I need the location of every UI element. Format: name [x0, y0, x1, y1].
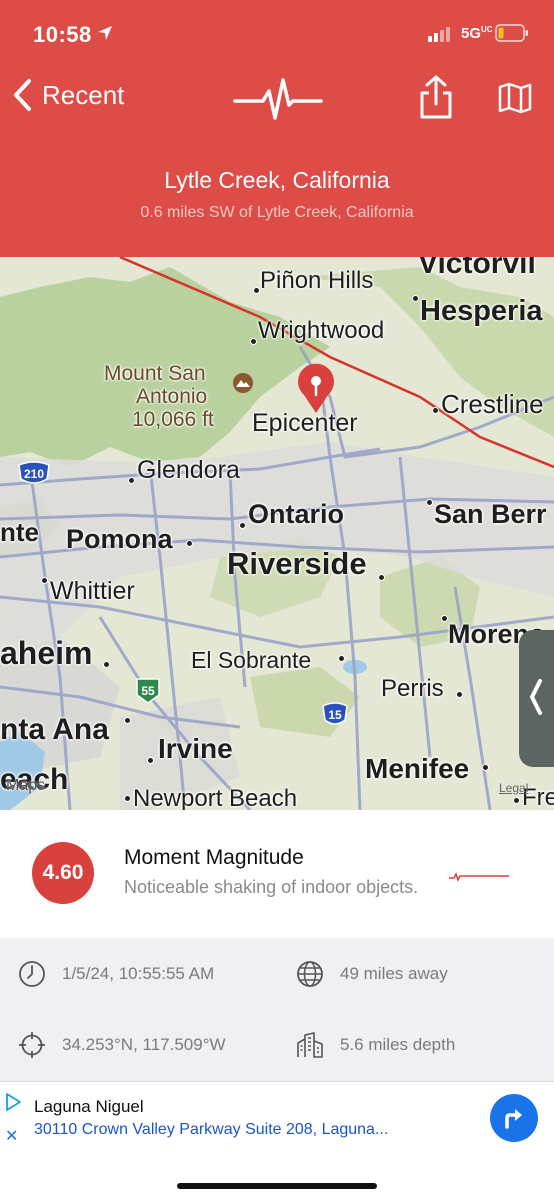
place-dot — [103, 661, 110, 668]
place-dot — [441, 615, 448, 622]
details-section: 1/5/24, 10:55:55 AM 49 miles away 34.253… — [0, 938, 554, 1081]
network-sup: UC — [481, 25, 493, 34]
detail-distance: 49 miles away — [296, 960, 448, 988]
place-dot — [456, 691, 463, 698]
back-label: Recent — [42, 79, 125, 110]
place-dot — [482, 764, 489, 771]
place-dot — [338, 655, 345, 662]
maps-watermark: Maps — [6, 777, 46, 794]
route-55-shield: 55 — [136, 678, 160, 704]
place-victorville: Victorvil — [418, 257, 536, 280]
place-dot — [41, 577, 48, 584]
globe-icon — [297, 961, 323, 987]
magnitude-description: Noticeable shaking of indoor objects. — [124, 877, 419, 897]
mountain-peak-icon — [233, 373, 253, 393]
detail-datetime: 1/5/24, 10:55:55 AM — [18, 960, 214, 988]
place-dot — [378, 574, 385, 581]
detail-depth: 5.6 miles depth — [296, 1031, 455, 1059]
ad-directions-button[interactable] — [490, 1094, 538, 1142]
place-dot — [186, 540, 193, 547]
coordinates-value: 34.253°N, 117.509°W — [62, 1035, 226, 1054]
page-title: Lytle Creek, California — [164, 167, 390, 193]
share-icon[interactable] — [418, 74, 454, 120]
home-indicator — [177, 1183, 377, 1189]
drawer-handle[interactable] — [519, 630, 554, 767]
interstate-210-shield: 210 — [18, 461, 50, 484]
back-button[interactable]: Recent — [12, 78, 124, 112]
epicenter-pin-icon[interactable] — [294, 361, 338, 415]
place-mount-san-antonio: Antonio — [136, 385, 208, 408]
svg-text:55: 55 — [141, 684, 155, 698]
place-dot — [128, 477, 135, 484]
place-newport-beach: Newport Beach — [133, 785, 298, 810]
ad-address[interactable]: 30110 Crown Valley Parkway Suite 208, La… — [34, 1121, 388, 1139]
datetime-value: 1/5/24, 10:55:55 AM — [62, 964, 215, 983]
place-anaheim: aheim — [0, 635, 93, 671]
place-dot — [124, 717, 131, 724]
place-mount-san-antonio: Mount San — [104, 362, 206, 385]
battery-icon — [495, 24, 528, 42]
network-type: 5GUC — [461, 25, 493, 42]
place-dot — [426, 499, 433, 506]
seismograph-icon — [449, 872, 509, 882]
place-dot — [147, 757, 154, 764]
page-subtitle: 0.6 miles SW of Lytle Creek, California — [140, 204, 414, 221]
place-wrightwood: Wrightwood — [258, 317, 385, 344]
place-dot — [124, 795, 131, 802]
buildings-icon — [297, 1032, 323, 1058]
place-fontana-partial: nte — [0, 517, 39, 547]
chevron-left-icon — [530, 679, 542, 715]
cellular-signal-icon — [428, 27, 450, 42]
place-riverside: Riverside — [227, 546, 367, 581]
ad-choices-icon[interactable] — [4, 1092, 22, 1112]
crosshair-icon — [19, 1032, 45, 1058]
magnitude-section: 4.60 Moment Magnitude Noticeable shaking… — [0, 810, 554, 938]
place-perris: Perris — [381, 675, 444, 702]
header: 10:58 5GUC Recent Lytle Creek, Californi… — [0, 0, 554, 257]
map-view[interactable]: Victorvil Piñon Hills Hesperia Wrightwoo… — [0, 257, 554, 810]
svg-text:15: 15 — [328, 708, 342, 722]
place-whittier: Whittier — [50, 577, 135, 605]
place-dot — [513, 797, 520, 804]
ad-banner[interactable]: ✕ Laguna Niguel 30110 Crown Valley Parkw… — [0, 1081, 554, 1153]
place-mount-san-antonio-elevation: 10,066 ft — [132, 408, 214, 431]
place-ontario: Ontario — [248, 499, 345, 529]
depth-value: 5.6 miles depth — [340, 1035, 456, 1054]
place-santa-ana: nta Ana — [0, 713, 109, 746]
clock-icon — [19, 961, 45, 987]
place-dot — [239, 522, 246, 529]
magnitude-badge: 4.60 — [32, 842, 94, 904]
status-time: 10:58 — [33, 22, 92, 47]
place-san-bernardino: San Berr — [434, 499, 547, 529]
interstate-15-shield: 15 — [322, 702, 348, 725]
location-arrow-icon — [98, 26, 112, 40]
heartbeat-pulse-icon — [233, 78, 323, 120]
place-dot — [432, 407, 439, 414]
place-pinon-hills: Piñon Hills — [260, 267, 374, 294]
magnitude-type: Moment Magnitude — [124, 846, 304, 869]
place-irvine: Irvine — [158, 733, 233, 764]
place-hesperia: Hesperia — [420, 295, 543, 327]
network-label: 5G — [461, 25, 482, 42]
place-glendora: Glendora — [137, 456, 240, 484]
legal-link[interactable]: Legal — [499, 781, 528, 795]
distance-value: 49 miles away — [340, 964, 448, 983]
place-menifee: Menifee — [365, 753, 470, 784]
svg-text:210: 210 — [24, 467, 44, 481]
place-crestline: Crestline — [441, 389, 544, 419]
place-dot — [253, 287, 260, 294]
directions-arrow-icon — [505, 1109, 522, 1129]
place-dot — [250, 338, 257, 345]
map-icon[interactable] — [497, 82, 533, 114]
detail-coordinates: 34.253°N, 117.509°W — [18, 1031, 226, 1059]
chevron-left-icon — [14, 79, 31, 111]
place-pomona: Pomona — [66, 524, 173, 554]
status-bar: 10:58 5GUC — [0, 0, 554, 64]
place-el-sobrante: El Sobrante — [191, 647, 312, 673]
nav-bar: Recent — [0, 64, 554, 134]
ad-title: Laguna Niguel — [34, 1097, 144, 1116]
place-dot — [412, 295, 419, 302]
ad-close-icon[interactable]: ✕ — [5, 1126, 18, 1146]
